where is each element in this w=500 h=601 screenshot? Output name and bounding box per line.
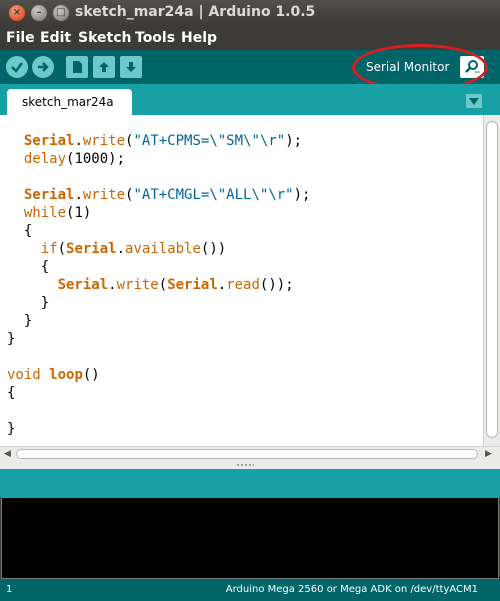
document-icon [73, 61, 82, 73]
console-output [1, 497, 499, 579]
open-button[interactable] [93, 56, 115, 78]
triangle-down-icon [469, 97, 479, 105]
new-button[interactable] [66, 56, 88, 78]
code-line: Serial.write("AT+CPMS=\"SM\"\r"); [23, 133, 303, 149]
horizontal-scroll-thumb[interactable] [16, 449, 478, 459]
scroll-left-icon[interactable]: ◀ [4, 449, 11, 459]
window-title: sketch_mar24a | Arduino 1.0.5 [75, 4, 316, 20]
tab-menu-button[interactable] [466, 94, 482, 108]
upload-button[interactable] [32, 56, 54, 78]
minimize-window-icon[interactable]: – [31, 5, 47, 21]
code-line: Serial.write("AT+CMGL=\"ALL\"\r"); [23, 187, 311, 203]
verify-button[interactable] [6, 56, 28, 78]
code-line: } [7, 331, 16, 347]
code-line: } [7, 421, 16, 437]
save-button[interactable] [120, 56, 142, 78]
code-line: delay(1000); [23, 151, 126, 167]
menu-sketch[interactable]: Sketch [78, 30, 131, 46]
code-line: { [7, 223, 33, 239]
code-line: if(Serial.available()) [40, 241, 227, 257]
footer-status-bar: 1 Arduino Mega 2560 or Mega ADK on /dev/… [0, 579, 500, 601]
code-line: Serial.write(Serial.read()); [57, 277, 294, 293]
code-line: { [7, 259, 50, 275]
code-line: } [7, 295, 50, 311]
vertical-scrollbar[interactable] [483, 115, 500, 446]
tab-bar: sketch_mar24a [0, 84, 500, 115]
status-area [0, 469, 500, 497]
code-editor[interactable]: Serial.write("AT+CPMS=\"SM\"\r"); delay(… [0, 115, 483, 446]
splitter-grip-icon[interactable] [236, 463, 254, 467]
line-number: 1 [6, 584, 13, 595]
code-line: while(1) [23, 205, 92, 221]
arrow-down-icon [126, 62, 136, 72]
menu-tools[interactable]: Tools [135, 30, 175, 46]
code-line: } [7, 313, 33, 329]
code-line: void loop() [7, 367, 100, 383]
horizontal-scrollbar[interactable]: ◀ ▶ [0, 446, 500, 461]
board-info: Arduino Mega 2560 or Mega ADK on /dev/tt… [225, 584, 478, 595]
close-window-icon[interactable]: × [9, 5, 25, 21]
menu-edit[interactable]: Edit [40, 30, 71, 46]
code-text: Serial.write("AT+CPMS=\"SM\"\r"); delay(… [7, 132, 310, 438]
pane-splitter[interactable] [0, 461, 500, 469]
vertical-scroll-thumb[interactable] [486, 121, 498, 438]
scroll-right-icon[interactable]: ▶ [485, 449, 492, 459]
arrow-up-icon [99, 62, 109, 72]
arrow-right-icon [38, 62, 49, 72]
menu-help[interactable]: Help [181, 30, 217, 46]
code-line: { [7, 385, 16, 401]
title-bar: × – □ sketch_mar24a | Arduino 1.0.5 [0, 0, 500, 26]
check-icon [11, 62, 23, 73]
menu-file[interactable]: File [6, 30, 35, 46]
tab-sketch[interactable]: sketch_mar24a [7, 89, 132, 115]
maximize-window-icon[interactable]: □ [53, 5, 69, 21]
